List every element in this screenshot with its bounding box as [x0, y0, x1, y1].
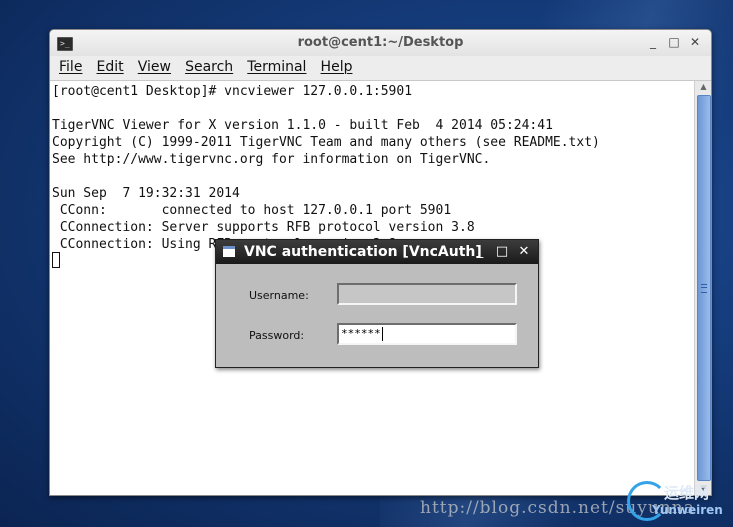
- terminal-line: See http://www.tigervnc.org for informat…: [52, 152, 491, 167]
- password-mask: ******: [341, 327, 381, 340]
- terminal-line: CConn: connected to host 127.0.0.1 port …: [52, 203, 452, 218]
- username-field[interactable]: [337, 283, 517, 305]
- menu-file[interactable]: File: [59, 59, 82, 75]
- vnc-minimize-button[interactable]: _: [473, 244, 487, 259]
- terminal-titlebar[interactable]: >_ root@cent1:~/Desktop _ □ ✕: [50, 30, 711, 56]
- terminal-cursor: [52, 252, 60, 268]
- terminal-line: Copyright (C) 1999-2011 TigerVNC Team an…: [52, 135, 600, 150]
- menu-terminal[interactable]: Terminal: [247, 59, 306, 75]
- grip-icon: [701, 284, 707, 293]
- vnc-maximize-button[interactable]: □: [495, 244, 509, 259]
- terminal-scrollbar[interactable]: ▲ ▼: [694, 81, 711, 495]
- logo-text: 运维网: [664, 484, 710, 502]
- menu-help[interactable]: Help: [321, 59, 353, 75]
- vnc-dialog-title: VNC authentication [VncAuth]: [244, 244, 482, 260]
- terminal-title: root@cent1:~/Desktop: [297, 35, 464, 50]
- terminal-line: CConnection: Server supports RFB protoco…: [52, 220, 475, 235]
- terminal-line: TigerVNC Viewer for X version 1.1.0 - bu…: [52, 118, 553, 133]
- terminal-text: [root@cent1 Desktop]# vncviewer 127.0.0.…: [50, 81, 694, 253]
- text-caret: [381, 327, 383, 341]
- scrollbar-thumb[interactable]: [697, 95, 711, 481]
- password-field[interactable]: ******: [337, 323, 517, 345]
- menu-bar: File Edit View Search Terminal Help: [50, 56, 711, 81]
- maximize-button[interactable]: □: [667, 35, 681, 49]
- window-icon: [223, 246, 235, 257]
- close-button[interactable]: ✕: [688, 35, 702, 49]
- vnc-auth-dialog[interactable]: VNC authentication [VncAuth] _ □ ✕ Usern…: [215, 239, 539, 368]
- terminal-line: [root@cent1 Desktop]# vncviewer 127.0.0.…: [52, 84, 413, 99]
- menu-view[interactable]: View: [138, 59, 171, 75]
- password-label: Password:: [249, 329, 305, 342]
- terminal-line: Sun Sep 7 19:32:31 2014: [52, 186, 240, 201]
- logo-subtext: Yunweiren: [652, 503, 723, 517]
- vnc-close-button[interactable]: ✕: [517, 244, 531, 259]
- scroll-up-icon[interactable]: ▲: [695, 81, 711, 93]
- username-label: Username:: [249, 289, 309, 302]
- vnc-dialog-titlebar[interactable]: VNC authentication [VncAuth] _ □ ✕: [216, 240, 538, 264]
- menu-edit[interactable]: Edit: [97, 59, 124, 75]
- minimize-button[interactable]: _: [646, 35, 660, 49]
- menu-search[interactable]: Search: [185, 59, 233, 75]
